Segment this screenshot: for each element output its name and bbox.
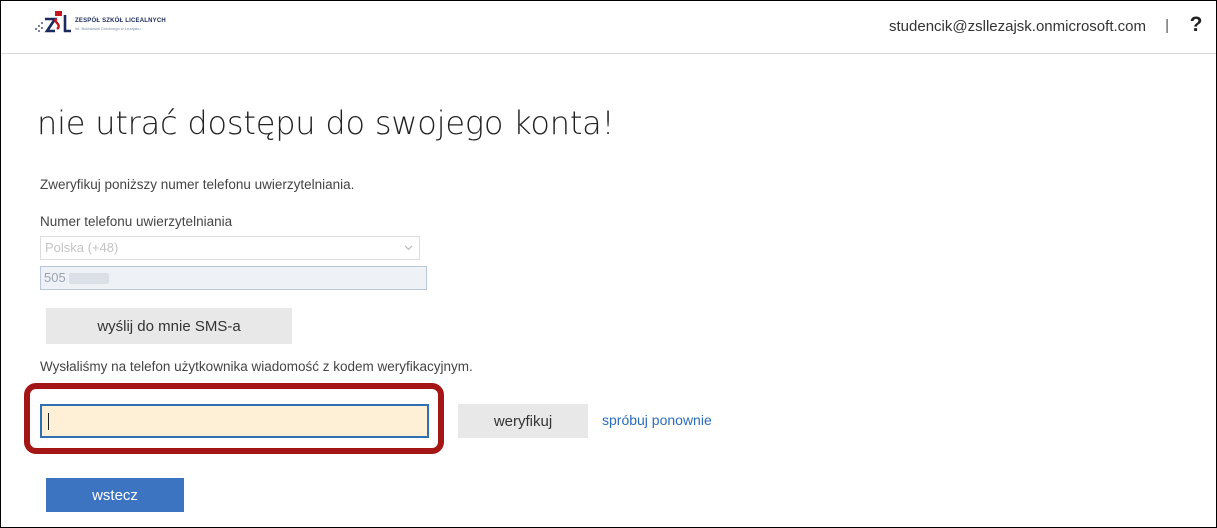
country-code-select[interactable]: Polska (+48) [40, 236, 420, 260]
country-select-value: Polska (+48) [45, 240, 119, 255]
phone-number-obscured [68, 273, 109, 285]
page-header: ZESPÓŁ SZKÓŁ LICEALNYCH im. Bolesława Ch… [1, 1, 1216, 54]
phone-field-label: Numer telefonu uwierzytelniania [40, 214, 233, 229]
help-icon[interactable]: ? [1186, 13, 1206, 37]
send-sms-button[interactable]: wyślij do mnie SMS-a [46, 308, 292, 344]
page-title: nie utrać dostępu do swojego konta! [37, 104, 615, 142]
logo-title: ZESPÓŁ SZKÓŁ LICEALNYCH [75, 18, 166, 24]
text-caret [48, 413, 49, 430]
sms-sent-message: Wysłaliśmy na telefon użytkownika wiadom… [40, 359, 473, 374]
instruction-text: Zweryfikuj poniższy numer telefonu uwier… [40, 177, 355, 192]
verification-code-input[interactable] [40, 404, 429, 438]
logo-subtitle: im. Bolesława Chrobrego w Lezajsku [75, 26, 141, 31]
chevron-down-icon [404, 245, 413, 251]
header-separator: | [1165, 17, 1169, 34]
phone-number-prefix: 505 [44, 270, 66, 285]
school-logo-icon [35, 11, 71, 33]
back-button[interactable]: wstecz [46, 478, 184, 512]
phone-number-field[interactable]: 505 [40, 266, 427, 290]
retry-link[interactable]: spróbuj ponownie [602, 412, 712, 428]
school-logo: ZESPÓŁ SZKÓŁ LICEALNYCH im. Bolesława Ch… [33, 9, 193, 39]
user-account-email[interactable]: studencik@zsllezajsk.onmicrosoft.com [889, 18, 1146, 35]
verify-button[interactable]: weryfikuj [458, 404, 588, 438]
